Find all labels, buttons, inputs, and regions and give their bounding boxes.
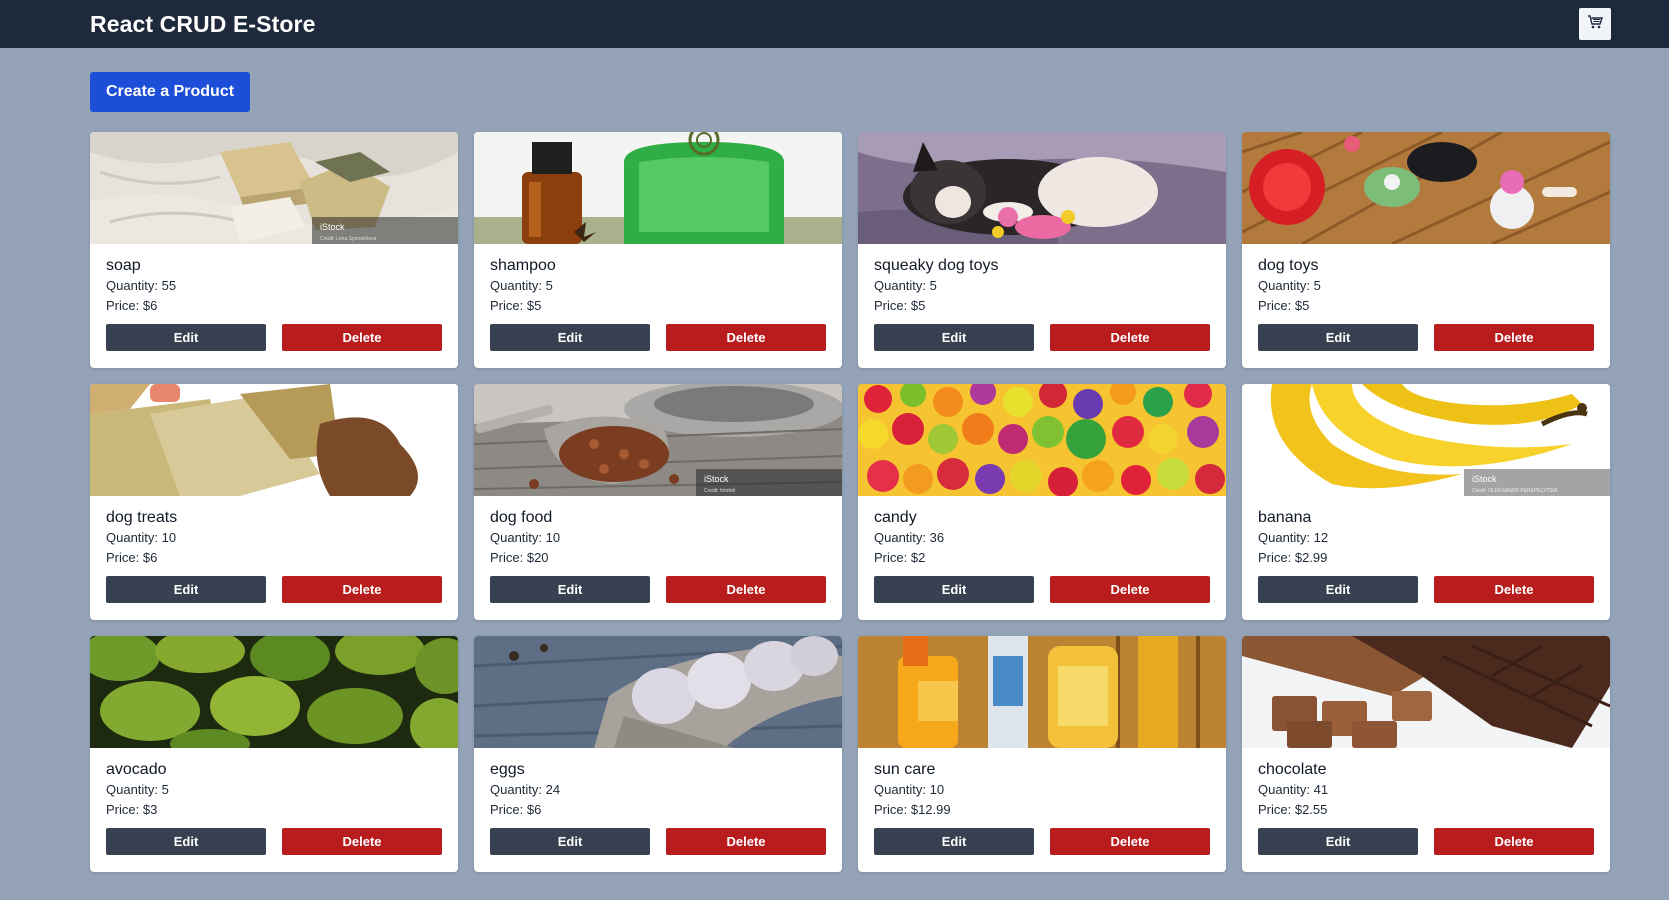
product-price: Price: $12.99: [874, 802, 951, 817]
edit-button[interactable]: Edit: [490, 828, 650, 855]
product-card: iStock Credit: fotokdr dog food Quantity…: [474, 384, 842, 620]
edit-button[interactable]: Edit: [106, 324, 266, 351]
product-name: candy: [874, 509, 917, 526]
delete-button[interactable]: Delete: [1050, 576, 1210, 603]
product-quantity: Quantity: 10: [106, 530, 177, 545]
product-image: [858, 636, 1226, 748]
product-card: dog toys Quantity: 5 Price: $5 Edit Dele…: [1242, 132, 1610, 368]
product-name: soap: [106, 257, 141, 274]
delete-button[interactable]: Delete: [1050, 324, 1210, 351]
product-quantity: Quantity: 55: [106, 278, 177, 293]
product-price: Price: $3: [106, 802, 158, 817]
product-card: sun care Quantity: 10 Price: $12.99 Edit…: [858, 636, 1226, 872]
delete-button[interactable]: Delete: [282, 828, 442, 855]
product-image: [1242, 636, 1610, 748]
svg-text:iStock: iStock: [704, 474, 729, 484]
product-card: chocolate Quantity: 41 Price: $2.55 Edit…: [1242, 636, 1610, 872]
delete-button[interactable]: Delete: [1434, 324, 1594, 351]
product-image: [474, 636, 842, 748]
product-card: avocado Quantity: 5 Price: $3 Edit Delet…: [90, 636, 458, 872]
product-image: iStock Credit: Lena Sponekhova: [90, 132, 458, 244]
delete-button[interactable]: Delete: [1050, 828, 1210, 855]
edit-button[interactable]: Edit: [106, 576, 266, 603]
product-price: Price: $5: [490, 298, 542, 313]
product-price: Price: $6: [490, 802, 542, 817]
delete-button[interactable]: Delete: [1434, 576, 1594, 603]
product-quantity: Quantity: 10: [490, 530, 561, 545]
product-card: iStock Credit: OLEKSANDR PEREPELYTSIA ba…: [1242, 384, 1610, 620]
product-price: Price: $5: [1258, 298, 1310, 313]
delete-button[interactable]: Delete: [666, 324, 826, 351]
product-image: iStock Credit: fotokdr: [474, 384, 842, 496]
product-quantity: Quantity: 5: [490, 278, 553, 293]
edit-button[interactable]: Edit: [1258, 324, 1418, 351]
product-image: [90, 636, 458, 748]
product-price: Price: $6: [106, 550, 158, 565]
product-price: Price: $6: [106, 298, 158, 313]
product-name: sun care: [874, 761, 936, 778]
product-quantity: Quantity: 12: [1258, 530, 1329, 545]
product-name: squeaky dog toys: [874, 257, 999, 274]
product-image: [90, 384, 458, 496]
create-product-button[interactable]: Create a Product: [90, 72, 251, 112]
cart-button[interactable]: [1579, 8, 1611, 40]
product-price: Price: $2.55: [1258, 802, 1328, 817]
svg-text:Credit: OLEKSANDR PEREPELYTSIA: Credit: OLEKSANDR PEREPELYTSIA: [1472, 488, 1558, 494]
edit-button[interactable]: Edit: [490, 324, 650, 351]
product-quantity: Quantity: 36: [874, 530, 945, 545]
product-quantity: Quantity: 41: [1258, 782, 1329, 797]
product-card: shampoo Quantity: 5 Price: $5 Edit Delet…: [474, 132, 842, 368]
product-name: dog food: [490, 509, 553, 526]
product-name: eggs: [490, 761, 525, 778]
product-quantity: Quantity: 5: [106, 782, 169, 797]
product-card: eggs Quantity: 24 Price: $6 Edit Delete: [474, 636, 842, 872]
product-name: chocolate: [1258, 761, 1327, 778]
delete-button[interactable]: Delete: [282, 324, 442, 351]
edit-button[interactable]: Edit: [1258, 828, 1418, 855]
product-card: iStock Credit: Lena Sponekhova soap Quan…: [90, 132, 458, 368]
product-name: dog toys: [1258, 257, 1319, 274]
product-price: Price: $5: [874, 298, 926, 313]
product-name: banana: [1258, 509, 1312, 526]
delete-button[interactable]: Delete: [666, 828, 826, 855]
product-price: Price: $2.99: [1258, 550, 1328, 565]
navbar: React CRUD E-Store: [0, 0, 1669, 48]
edit-button[interactable]: Edit: [874, 324, 1034, 351]
svg-text:iStock: iStock: [1472, 474, 1497, 484]
product-name: avocado: [106, 761, 167, 778]
product-image: [474, 132, 842, 244]
edit-button[interactable]: Edit: [874, 576, 1034, 603]
product-grid: iStock Credit: Lena Sponekhova soap Quan…: [90, 132, 1611, 872]
product-name: shampoo: [490, 257, 556, 274]
product-quantity: Quantity: 10: [874, 782, 945, 797]
main-content: Create a Product iStock Credit: Lena Spo…: [0, 48, 1669, 872]
product-quantity: Quantity: 5: [1258, 278, 1321, 293]
product-card: candy Quantity: 36 Price: $2 Edit Delete: [858, 384, 1226, 620]
product-image: iStock Credit: OLEKSANDR PEREPELYTSIA: [1242, 384, 1610, 496]
delete-button[interactable]: Delete: [282, 576, 442, 603]
product-quantity: Quantity: 24: [490, 782, 561, 797]
svg-text:Credit: fotokdr: Credit: fotokdr: [704, 488, 736, 494]
edit-button[interactable]: Edit: [1258, 576, 1418, 603]
product-quantity: Quantity: 5: [874, 278, 937, 293]
svg-text:Credit: Lena Sponekhova: Credit: Lena Sponekhova: [320, 236, 377, 242]
product-image: [858, 384, 1226, 496]
svg-text:iStock: iStock: [320, 222, 345, 232]
app-title: React CRUD E-Store: [90, 10, 316, 37]
product-card: squeaky dog toys Quantity: 5 Price: $5 E…: [858, 132, 1226, 368]
shopping-cart-icon: [1587, 14, 1603, 35]
product-image: [1242, 132, 1610, 244]
edit-button[interactable]: Edit: [490, 576, 650, 603]
edit-button[interactable]: Edit: [106, 828, 266, 855]
product-card: dog treats Quantity: 10 Price: $6 Edit D…: [90, 384, 458, 620]
delete-button[interactable]: Delete: [1434, 828, 1594, 855]
product-image: [858, 132, 1226, 244]
edit-button[interactable]: Edit: [874, 828, 1034, 855]
product-name: dog treats: [106, 509, 178, 526]
product-price: Price: $2: [874, 550, 926, 565]
delete-button[interactable]: Delete: [666, 576, 826, 603]
product-price: Price: $20: [490, 550, 549, 565]
